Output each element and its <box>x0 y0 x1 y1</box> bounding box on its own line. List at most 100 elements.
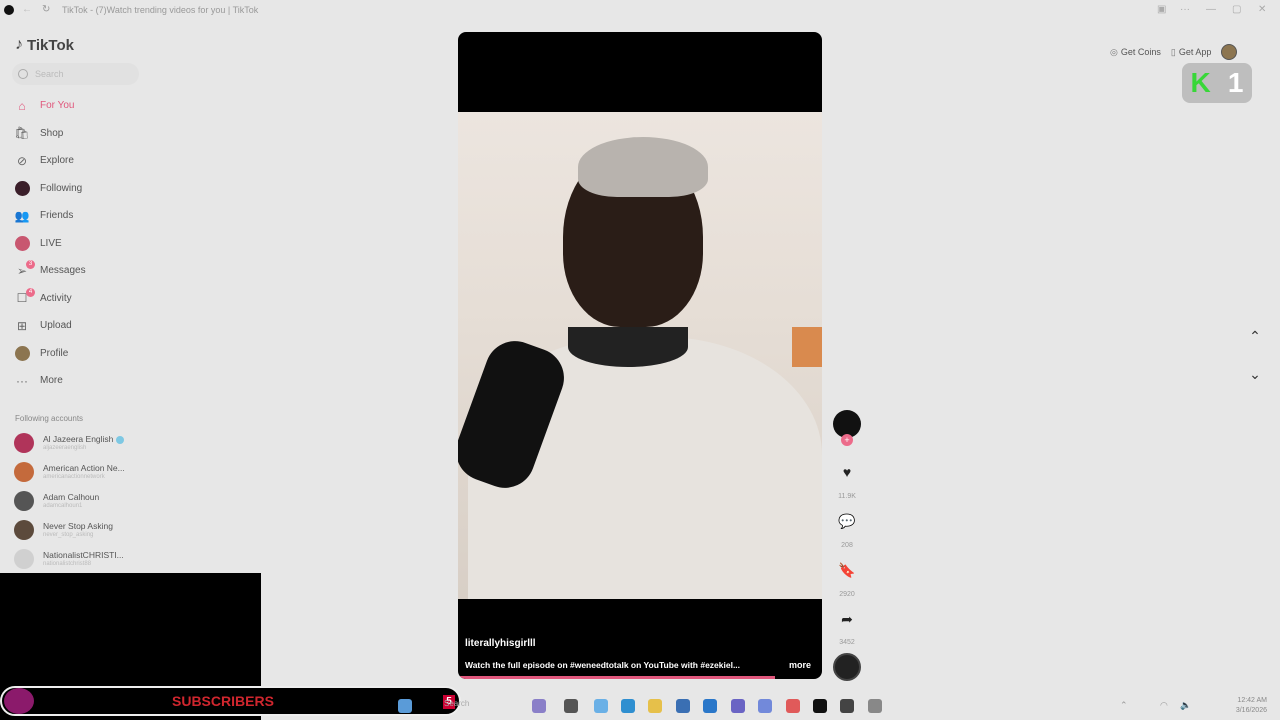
sidebar-nav: ⌂ For You 🛍 Shop ⊘ Explore Following 👥 F… <box>13 92 86 395</box>
messages-badge: 3 <box>26 260 35 269</box>
taskbar-search[interactable]: Search <box>444 699 469 708</box>
account-name: Never Stop Asking <box>43 521 113 531</box>
browser-menu-icon[interactable]: ··· <box>1180 4 1190 15</box>
account-avatar <box>14 491 34 511</box>
app-icon-1[interactable] <box>532 699 546 713</box>
following-account[interactable]: Never Stop Asking never_stop_asking <box>14 520 113 540</box>
activity-badge: 4 <box>26 287 35 297</box>
sidebar-item-label: Friends <box>40 210 74 222</box>
sidebar-item-friends[interactable]: 👥 Friends <box>13 202 86 230</box>
get-coins-link[interactable]: ◎ Get Coins <box>1110 47 1161 58</box>
following-account[interactable]: Adam Calhoun adamcalhoun1 <box>14 491 99 511</box>
k1-watermark-logo: K 1 <box>1182 63 1252 103</box>
sidebar-item-label: Messages <box>40 265 86 277</box>
tiktok-logo[interactable]: ♪ TikTok <box>15 36 74 54</box>
tiktok-icon[interactable] <box>813 699 827 713</box>
clock-time: 12:42 AM <box>1237 697 1267 704</box>
sidebar-item-label: Upload <box>40 320 72 332</box>
phone-icon: ▯ <box>1170 46 1176 57</box>
speaker-hair <box>578 137 708 197</box>
sidebar-item-messages[interactable]: ➢ 3 Messages <box>13 257 86 285</box>
sidebar-item-profile[interactable]: Profile <box>13 340 86 368</box>
comment-icon[interactable]: 💬 <box>837 511 857 531</box>
opera-icon[interactable] <box>786 699 800 713</box>
heart-icon[interactable]: ♥ <box>837 462 857 482</box>
account-avatar <box>14 433 34 453</box>
back-icon[interactable]: ← <box>22 5 32 15</box>
search-placeholder: Search <box>35 69 64 79</box>
close-button[interactable]: ✕ <box>1258 4 1266 15</box>
sidebar-item-for-you[interactable]: ⌂ For You <box>13 92 86 120</box>
get-app-link[interactable]: ▯ Get App <box>1171 47 1211 58</box>
start-icon[interactable] <box>398 699 412 713</box>
profile-avatar-icon <box>13 344 31 362</box>
account-avatar <box>14 462 34 482</box>
chevron-up-icon[interactable]: ⌃ <box>1247 328 1263 345</box>
discord-icon[interactable] <box>758 699 772 713</box>
app-icon-3[interactable] <box>676 699 690 713</box>
video-caption: Watch the full episode on #weneedtotalk … <box>465 660 741 670</box>
settings-icon[interactable] <box>868 699 882 713</box>
channel-avatar <box>4 688 34 714</box>
search-input[interactable]: Search <box>12 63 139 85</box>
copilot-icon[interactable] <box>594 699 608 713</box>
split-view-icon[interactable]: ▣ <box>1157 4 1166 15</box>
tab-title[interactable]: TikTok - (7)Watch trending videos for yo… <box>62 5 258 15</box>
speaker-icon[interactable]: 🔈 <box>1180 700 1191 711</box>
tray-clock[interactable]: 12:42 AM 3/16/2026 <box>1236 696 1267 716</box>
account-name: NationalistCHRISTI... <box>43 550 124 560</box>
sidebar-item-shop[interactable]: 🛍 Shop <box>13 120 86 148</box>
app-icon-4[interactable] <box>840 699 854 713</box>
video-username[interactable]: literallyhisgirlll <box>465 638 536 649</box>
sidebar-item-upload[interactable]: ⊞ Upload <box>13 312 86 340</box>
sidebar-item-following[interactable]: Following <box>13 175 86 203</box>
minimize-button[interactable]: — <box>1206 4 1216 15</box>
following-account[interactable]: NationalistCHRISTI... nationalistchrist8… <box>14 549 124 569</box>
folder-icon[interactable] <box>648 699 662 713</box>
logo-text: TikTok <box>27 36 74 54</box>
more-button[interactable]: more <box>789 660 811 670</box>
subscribers-label: SUBSCRIBERS <box>172 693 274 709</box>
search-icon <box>18 69 28 79</box>
edge-icon[interactable] <box>621 699 635 713</box>
account-handle: americanactionnetwork <box>43 474 105 480</box>
chevron-down-icon[interactable]: ⌄ <box>1247 366 1263 383</box>
like-count: 11.9K <box>838 493 856 500</box>
verified-badge-icon <box>116 435 125 444</box>
sidebar-item-explore[interactable]: ⊘ Explore <box>13 147 86 175</box>
follow-plus-icon[interactable]: + <box>841 434 853 446</box>
wifi-icon[interactable]: ◠ <box>1160 700 1168 711</box>
app-icon-2[interactable] <box>564 699 578 713</box>
account-name: American Action Ne... <box>43 463 125 473</box>
live-icon <box>13 234 31 252</box>
coin-icon: ◎ <box>1110 46 1118 57</box>
sidebar-item-more[interactable]: ··· More <box>13 367 86 395</box>
refresh-icon[interactable]: ↻ <box>42 5 52 15</box>
background-wall <box>792 327 822 367</box>
video-player[interactable]: literallyhisgirlll Watch the full episod… <box>458 32 822 679</box>
user-avatar[interactable] <box>1221 44 1238 60</box>
following-account[interactable]: Al Jazeera English aljazeeraenglish <box>14 433 125 453</box>
share-icon[interactable]: ➦ <box>837 609 857 629</box>
music-disc-icon[interactable] <box>833 653 861 681</box>
maximize-button[interactable]: ▢ <box>1232 4 1241 15</box>
video-progress-bar[interactable] <box>458 676 775 679</box>
chevron-up-tray-icon[interactable]: ⌃ <box>1120 700 1128 711</box>
shopping-bag-icon: 🛍 <box>14 126 30 141</box>
sidebar-item-label: Activity <box>40 292 72 304</box>
home-icon: ⌂ <box>18 98 26 113</box>
sidebar-item-label: Following <box>40 182 83 194</box>
following-account[interactable]: American Action Ne... americanactionnetw… <box>14 462 125 482</box>
sidebar-item-activity[interactable]: ☐ 4 Activity <box>13 285 86 313</box>
k1-number: 1 <box>1227 67 1244 98</box>
bookmark-icon[interactable]: 🔖 <box>837 560 857 580</box>
outlook-icon[interactable] <box>703 699 717 713</box>
teams-icon[interactable] <box>731 699 745 713</box>
comment-count: 208 <box>841 542 853 549</box>
account-name: Al Jazeera English <box>43 434 114 444</box>
account-avatar <box>14 549 34 569</box>
share-count: 3452 <box>839 639 855 646</box>
account-handle: adamcalhoun1 <box>43 503 83 509</box>
friends-icon: 👥 <box>14 208 30 223</box>
sidebar-item-live[interactable]: LIVE <box>13 230 86 258</box>
